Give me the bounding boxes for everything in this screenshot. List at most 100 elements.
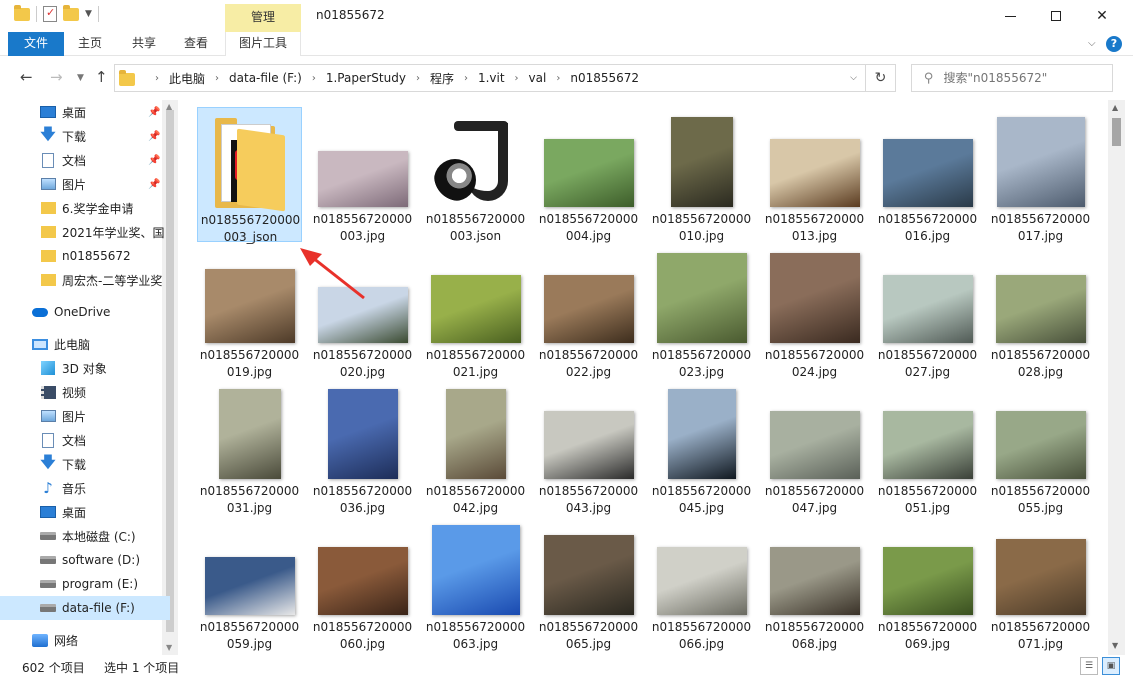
sidebar-item[interactable]: n01855672 xyxy=(0,244,170,268)
file-item[interactable]: n018556720000047.jpg xyxy=(762,379,867,515)
file-item[interactable]: n018556720000045.jpg xyxy=(649,379,754,515)
file-item[interactable]: n018556720000065.jpg xyxy=(536,515,641,651)
sidebar-item[interactable]: 文档 📌 xyxy=(0,148,170,172)
file-item[interactable]: n018556720000004.jpg xyxy=(536,107,641,243)
breadcrumb-chevron-icon[interactable]: › xyxy=(556,73,560,84)
file-item[interactable]: n018556720000066.jpg xyxy=(649,515,754,651)
content-scrollbar[interactable]: ▲ ▼ xyxy=(1108,100,1125,655)
maximize-button[interactable] xyxy=(1033,0,1079,32)
file-item[interactable]: n018556720000068.jpg xyxy=(762,515,867,651)
file-item[interactable]: n018556720000031.jpg xyxy=(197,379,302,515)
breadcrumb-item[interactable]: data-file (F:) xyxy=(229,71,302,85)
breadcrumb-chevron-icon[interactable]: › xyxy=(515,73,519,84)
sidebar-item[interactable]: data-file (F:) xyxy=(0,596,170,620)
sidebar-item[interactable]: OneDrive xyxy=(0,300,170,324)
folder-icon[interactable] xyxy=(14,4,30,21)
breadcrumb-chevron-icon[interactable]: › xyxy=(312,73,316,84)
sidebar-item[interactable]: 周宏杰-二等学业奖 xyxy=(0,268,170,292)
back-arrow-icon[interactable]: ← xyxy=(20,68,33,86)
scroll-up-icon[interactable]: ▲ xyxy=(1112,103,1118,112)
search-input[interactable] xyxy=(943,71,1094,85)
refresh-button[interactable]: ↻ xyxy=(866,64,896,92)
breadcrumb-chevron-icon[interactable]: › xyxy=(464,73,468,84)
address-bar[interactable]: › 此电脑 › data-file (F:) › 1.PaperStudy › 程序 › 1.vi… xyxy=(114,64,866,92)
file-item[interactable]: n018556720000043.jpg xyxy=(536,379,641,515)
new-folder-icon[interactable] xyxy=(63,4,79,21)
forward-arrow-icon[interactable]: → xyxy=(50,68,63,86)
file-item[interactable]: n018556720000022.jpg xyxy=(536,243,641,379)
large-icons-view-icon[interactable]: ▣ xyxy=(1102,657,1120,675)
content-scroll-thumb[interactable] xyxy=(1112,118,1121,146)
file-item[interactable]: n018556720000010.jpg xyxy=(649,107,754,243)
sidebar-item[interactable]: 3D 对象 xyxy=(0,356,170,380)
sidebar-item[interactable]: software (D:) xyxy=(0,548,170,572)
sidebar-item[interactable]: 桌面 xyxy=(0,500,170,524)
file-item[interactable]: n018556720000027.jpg xyxy=(875,243,980,379)
pin-icon[interactable]: 📌 xyxy=(148,179,160,190)
address-history-chevron-icon[interactable]: ⌵ xyxy=(850,73,857,83)
tab-file[interactable]: 文件 xyxy=(8,32,64,56)
scroll-down-icon[interactable]: ▼ xyxy=(1112,641,1118,650)
folder-item[interactable]: n018556720000003_json xyxy=(197,107,302,244)
recent-locations-chevron-icon[interactable]: ▼ xyxy=(77,73,84,83)
breadcrumb-item[interactable]: 1.PaperStudy xyxy=(326,71,406,85)
tab-share[interactable]: 共享 xyxy=(124,32,164,56)
details-view-icon[interactable]: ☰ xyxy=(1080,657,1098,675)
breadcrumb-chevron-icon[interactable]: › xyxy=(155,73,159,84)
close-button[interactable]: ✕ xyxy=(1079,0,1125,32)
pin-icon[interactable]: 📌 xyxy=(148,155,160,166)
sidebar-item[interactable]: 2021年学业奖、国 xyxy=(0,220,170,244)
file-item[interactable]: n018556720000017.jpg xyxy=(988,107,1093,243)
tab-home[interactable]: 主页 xyxy=(70,32,110,56)
file-item[interactable]: n018556720000019.jpg xyxy=(197,243,302,379)
sidebar-item[interactable]: 图片 📌 xyxy=(0,172,170,196)
file-item[interactable]: n018556720000060.jpg xyxy=(310,515,415,651)
file-item[interactable]: n018556720000071.jpg xyxy=(988,515,1093,651)
tab-view[interactable]: 查看 xyxy=(176,32,216,56)
up-arrow-icon[interactable]: ↑ xyxy=(95,68,108,86)
minimize-button[interactable] xyxy=(987,0,1033,32)
file-item[interactable]: n018556720000069.jpg xyxy=(875,515,980,651)
sidebar-item[interactable]: 🡇 下载 📌 xyxy=(0,124,170,148)
tab-picture-tools[interactable]: 图片工具 xyxy=(225,32,301,56)
sidebar-item[interactable]: program (E:) xyxy=(0,572,170,596)
pin-icon[interactable]: 📌 xyxy=(148,131,160,142)
file-item[interactable]: n018556720000042.jpg xyxy=(423,379,528,515)
expand-ribbon-chevron-icon[interactable]: ⌵ xyxy=(1088,38,1096,49)
sidebar-item[interactable]: 本地磁盘 (C:) xyxy=(0,524,170,548)
breadcrumb-item[interactable]: 程序 xyxy=(430,70,454,87)
file-item[interactable]: n018556720000016.jpg xyxy=(875,107,980,243)
sidebar-item[interactable]: 此电脑 xyxy=(0,332,170,356)
customize-toolbar-icon[interactable]: ▼ xyxy=(85,9,92,19)
breadcrumb-item[interactable]: 此电脑 xyxy=(169,70,205,87)
breadcrumb-item[interactable]: n01855672 xyxy=(570,71,639,85)
sidebar-item[interactable]: 视频 xyxy=(0,380,170,404)
file-item[interactable]: n018556720000003.jpg xyxy=(310,107,415,243)
help-icon[interactable]: ? xyxy=(1106,36,1122,52)
sidebar-item[interactable]: 6.奖学金申请 xyxy=(0,196,170,220)
breadcrumb-item[interactable]: 1.vit xyxy=(478,71,505,85)
pin-icon[interactable]: 📌 xyxy=(148,107,160,118)
file-item[interactable]: n018556720000024.jpg xyxy=(762,243,867,379)
file-item[interactable]: n018556720000063.jpg xyxy=(423,515,528,651)
breadcrumb-chevron-icon[interactable]: › xyxy=(215,73,219,84)
file-item[interactable]: n018556720000023.jpg xyxy=(649,243,754,379)
sidebar-item[interactable]: 桌面 📌 xyxy=(0,100,170,124)
context-tab-group-manage[interactable]: 管理 xyxy=(225,4,301,32)
file-item[interactable]: n018556720000055.jpg xyxy=(988,379,1093,515)
properties-icon[interactable] xyxy=(43,6,57,22)
file-item[interactable]: n018556720000059.jpg xyxy=(197,515,302,651)
search-box[interactable]: ⚲ xyxy=(911,64,1113,92)
file-item[interactable]: n018556720000021.jpg xyxy=(423,243,528,379)
sidebar-item[interactable]: 文档 xyxy=(0,428,170,452)
sidebar-item[interactable]: 图片 xyxy=(0,404,170,428)
file-item[interactable]: n018556720000003.json xyxy=(423,107,528,243)
breadcrumb-item[interactable]: val xyxy=(529,71,547,85)
file-item[interactable]: n018556720000028.jpg xyxy=(988,243,1093,379)
file-item[interactable]: n018556720000051.jpg xyxy=(875,379,980,515)
file-item[interactable]: n018556720000036.jpg xyxy=(310,379,415,515)
file-item[interactable]: n018556720000013.jpg xyxy=(762,107,867,243)
breadcrumb-chevron-icon[interactable]: › xyxy=(416,73,420,84)
sidebar-item[interactable]: 🡇 下载 xyxy=(0,452,170,476)
sidebar-item[interactable]: ♪ 音乐 xyxy=(0,476,170,500)
